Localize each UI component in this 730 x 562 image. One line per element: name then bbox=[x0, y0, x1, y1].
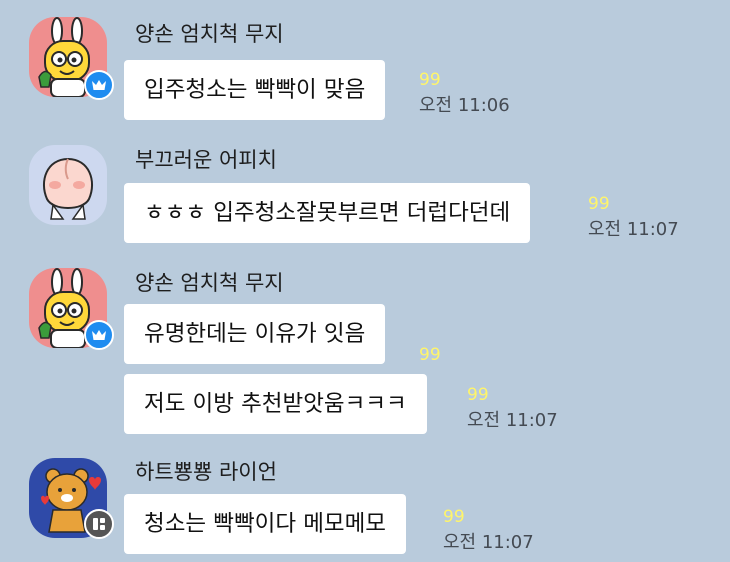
crown-icon bbox=[84, 70, 114, 100]
message-bubble[interactable]: 입주청소는 빡빡이 맞음 bbox=[124, 60, 386, 120]
crown-icon bbox=[84, 320, 114, 350]
apeach-avatar-icon[interactable] bbox=[29, 145, 107, 225]
message-time: 오전 11:07 bbox=[467, 410, 558, 431]
message-time: 오전 11:06 bbox=[419, 95, 510, 116]
message-time: 오전 11:07 bbox=[443, 532, 534, 553]
message-bubble[interactable]: 청소는 빡빡이다 메모메모 bbox=[124, 494, 407, 554]
memo-icon bbox=[84, 509, 114, 539]
unread-count: 99 bbox=[443, 507, 465, 527]
message-time: 오전 11:07 bbox=[588, 219, 679, 240]
sender-name: 하트뿅뿅 라이언 bbox=[135, 460, 277, 484]
message-bubble[interactable]: 유명한데는 이유가 잇음 bbox=[124, 304, 386, 364]
sender-name: 부끄러운 어피치 bbox=[135, 148, 277, 172]
message-bubble[interactable]: ㅎㅎㅎ 입주청소잘못부르면 더럽다던데 bbox=[124, 183, 531, 243]
sender-name: 양손 엄치척 무지 bbox=[135, 271, 284, 295]
sender-name: 양손 엄치척 무지 bbox=[135, 22, 284, 46]
unread-count: 99 bbox=[588, 194, 610, 214]
unread-count: 99 bbox=[419, 345, 441, 365]
unread-count: 99 bbox=[467, 385, 489, 405]
message-bubble[interactable]: 저도 이방 추천받앗움ㅋㅋㅋ bbox=[124, 374, 427, 434]
unread-count: 99 bbox=[419, 70, 441, 90]
